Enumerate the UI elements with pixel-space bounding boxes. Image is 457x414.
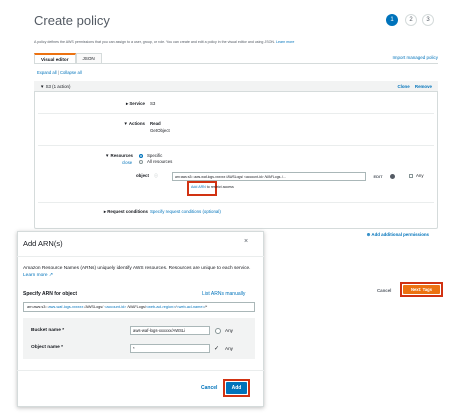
request-conditions-link[interactable]: Specify request conditions (optional) [150, 209, 221, 214]
arn-preview: arn:aws:s3:::aws-waf-logs-xxxxxx /AWSLog… [23, 302, 255, 312]
modal-learn-more-link[interactable]: Learn more ↗ [23, 273, 53, 278]
collapse-all-link[interactable]: Collapse all [60, 70, 82, 75]
request-conditions-label[interactable]: ▸ Request conditions [73, 209, 148, 215]
step-2: 2 [405, 14, 417, 26]
next-tags-button[interactable]: Next: Tags [403, 285, 440, 294]
resources-all-radio[interactable] [139, 160, 143, 164]
clone-link[interactable]: Clone [397, 84, 409, 89]
policy-description: A policy defines the AWS permissions tha… [34, 40, 295, 44]
any-label: Any [416, 173, 424, 178]
bucket-any-checkbox[interactable] [215, 328, 221, 334]
service-label[interactable]: ▸ Service [85, 101, 145, 107]
close-icon[interactable]: × [244, 238, 248, 245]
remove-arn-icon[interactable] [390, 174, 395, 179]
add-arn-link[interactable]: Add ARN [191, 185, 206, 189]
any-checkbox[interactable] [409, 174, 413, 178]
modal-description: Amazon Resource Names (ARNs) uniquely id… [23, 266, 251, 278]
remove-link[interactable]: Remove [415, 84, 432, 89]
step-1: 1 [386, 14, 398, 26]
add-additional-permissions-link[interactable]: ⊕ Add additional permissions [367, 232, 429, 238]
resources-close-link[interactable]: close [122, 160, 132, 165]
specify-arn-label: Specify ARN for object [23, 291, 77, 297]
import-managed-policy-link[interactable]: Import managed policy [392, 55, 438, 60]
service-value: S3 [150, 101, 156, 106]
expand-collapse-controls: Expand all | Collapse all [37, 70, 82, 75]
actions-label[interactable]: ▼ Actions [85, 121, 145, 126]
add-arn-row: Add ARN to restrict access [191, 185, 234, 189]
object-name-label: Object name * [31, 345, 63, 350]
resources-label[interactable]: ▼ Resources [73, 153, 133, 158]
object-any-label: Any [225, 346, 233, 351]
permission-panel-header[interactable] [34, 81, 438, 92]
resources-specific-label: Specific [147, 153, 163, 158]
object-name-input[interactable]: * [130, 344, 210, 353]
learn-more-link[interactable]: Learn more [276, 40, 294, 44]
actions-value: GetObject [150, 128, 170, 133]
object-arn-field[interactable]: arn:aws:s3:::aws-waf-logs-xxxxxx /AWSLog… [172, 172, 366, 181]
info-icon: ⓘ [154, 173, 158, 178]
bucket-name-label: Bucket name * [31, 328, 65, 333]
row-divider [38, 113, 434, 114]
restrict-access-text: to restrict access [205, 185, 234, 189]
modal-cancel-button[interactable]: Cancel [201, 385, 217, 391]
bucket-any-label: Any [225, 328, 233, 333]
add-circle-icon: ⊕ [366, 232, 371, 237]
resources-all-label: All resources [147, 159, 173, 164]
page-title: Create policy [34, 13, 110, 28]
bucket-name-input[interactable]: aws-waf-logs-xxxxxx/AWSLi [130, 326, 210, 335]
checkmark-icon[interactable]: ✓ [214, 345, 219, 352]
modal-add-button[interactable]: Add [226, 382, 247, 394]
actions-access-level: Read [150, 121, 161, 126]
object-label: object [136, 173, 149, 178]
next-tags-highlight: Next: Tags [400, 282, 443, 297]
modal-add-highlight: Add [223, 379, 250, 397]
panel-actions: Clone Remove [397, 84, 432, 89]
expand-all-link[interactable]: Expand all [37, 70, 57, 75]
list-arns-manually-link[interactable]: List ARNs manually [202, 291, 245, 297]
edit-arn-button[interactable]: EDIT [369, 172, 387, 181]
modal-header-divider [17, 256, 264, 257]
tab-divider [34, 63, 438, 64]
resources-specific-radio[interactable] [139, 154, 143, 158]
row-divider [38, 145, 434, 146]
permission-block-title[interactable]: ▼ S3 (1 action) [40, 84, 70, 89]
row-divider [38, 202, 434, 203]
modal-footer-divider [17, 370, 264, 371]
step-3: 3 [422, 14, 434, 26]
cancel-button[interactable]: Cancel [377, 288, 391, 293]
modal-title: Add ARN(s) [23, 239, 63, 248]
